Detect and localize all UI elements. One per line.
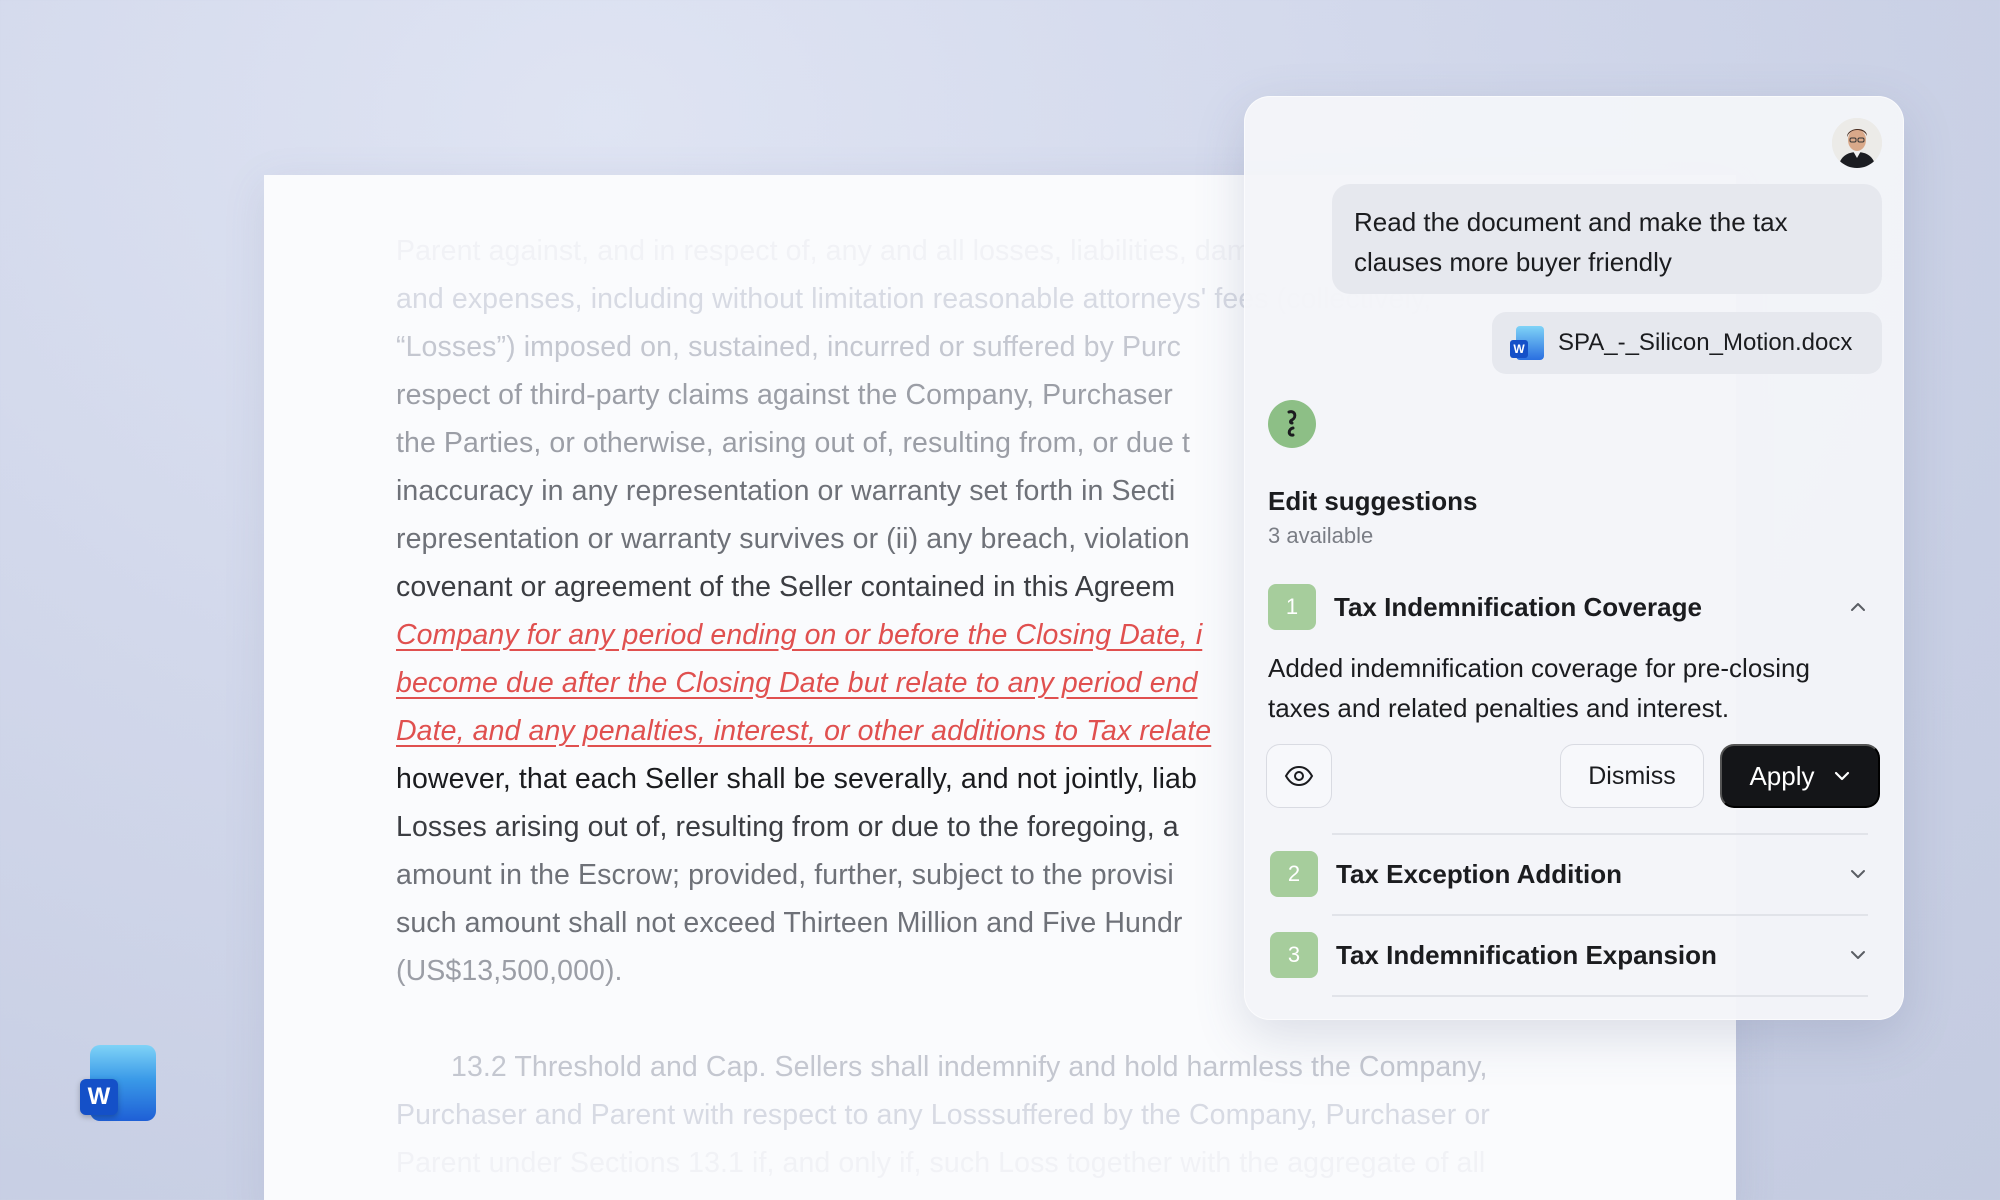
assistant-panel: Read the document and make the tax claus… [1244, 96, 1904, 1020]
suggestion-number-badge: 1 [1268, 584, 1316, 630]
divider [1332, 914, 1868, 916]
attachment-filename: SPA_-_Silicon_Motion.docx [1558, 329, 1853, 356]
suggestion-item-2-header[interactable]: 2 Tax Exception Addition [1270, 851, 1882, 897]
chevron-up-icon[interactable] [1846, 595, 1870, 619]
attachment-chip[interactable]: W SPA_-_Silicon_Motion.docx [1492, 312, 1882, 374]
suggestion-number-badge: 3 [1270, 932, 1318, 978]
dismiss-button[interactable]: Dismiss [1560, 744, 1704, 808]
divider [1332, 995, 1868, 997]
suggestion-label: Tax Indemnification Coverage [1334, 591, 1702, 622]
suggestion-description: Added indemnification coverage for pre-c… [1268, 653, 1810, 723]
preview-button[interactable] [1266, 744, 1332, 808]
suggestions-count: 3 available [1268, 523, 1374, 548]
chevron-down-icon[interactable] [1846, 943, 1870, 967]
apply-button[interactable]: Apply [1720, 744, 1880, 808]
chevron-down-icon[interactable] [1846, 862, 1870, 886]
suggestion-label: Tax Indemnification Expansion [1336, 939, 1717, 970]
eye-icon [1284, 765, 1314, 787]
suggestion-label: Tax Exception Addition [1336, 858, 1623, 889]
word-app-icon[interactable]: W [80, 1045, 156, 1121]
bot-icon [1268, 400, 1316, 448]
doc-line: Purchaser and Parent with respect to any… [396, 1099, 1490, 1131]
doc-line: Parent under Sections 13.1 if, and only … [396, 1147, 1486, 1179]
docx-file-icon: W [1510, 326, 1544, 360]
user-avatar[interactable] [1832, 118, 1882, 168]
user-message-bubble: Read the document and make the tax claus… [1332, 184, 1882, 294]
apply-label: Apply [1749, 760, 1815, 791]
divider [1332, 833, 1868, 835]
suggestion-item-3-header[interactable]: 3 Tax Indemnification Expansion [1270, 932, 1882, 978]
chevron-down-icon [1834, 771, 1849, 781]
suggestion-item-1-header[interactable]: 1 Tax Indemnification Coverage [1268, 584, 1882, 630]
suggestion-number-badge: 2 [1270, 851, 1318, 897]
doc-line: 13.2 Threshold and Cap. Sellers shall in… [451, 1051, 1488, 1083]
suggestions-title: Edit suggestions [1268, 486, 1478, 516]
